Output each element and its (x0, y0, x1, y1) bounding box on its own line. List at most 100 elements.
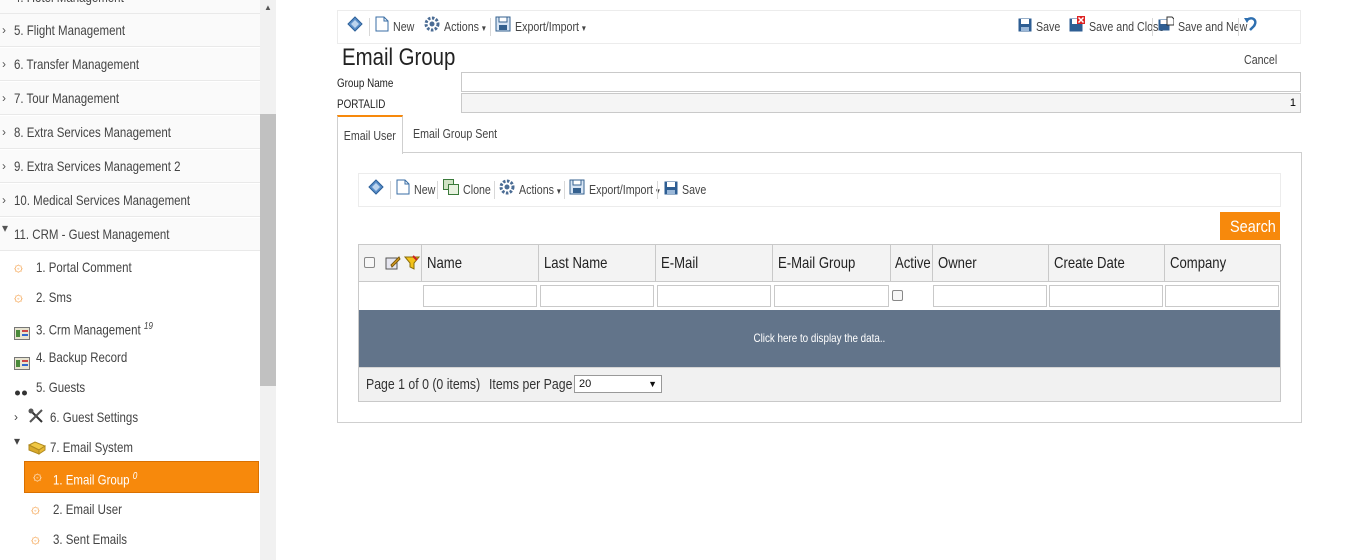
filter-create-date-input[interactable] (1049, 285, 1163, 307)
save-new-icon (1158, 12, 1175, 44)
grid-actions-dropdown[interactable]: Actions ▼ (499, 174, 572, 206)
chevron-right-icon: › (2, 159, 6, 173)
chevron-right-icon: › (2, 57, 6, 71)
grid-header: Name Last Name E-Mail E-Mail Group Activ… (359, 245, 1280, 282)
guests-icon (14, 380, 30, 396)
caret-down-icon: ▾ (14, 434, 21, 448)
sidebar-item-flight-management[interactable]: › 5. Flight Management (0, 14, 260, 47)
tab-email-user[interactable]: Email User (337, 115, 403, 154)
cog-icon (499, 175, 515, 207)
export-import-dropdown[interactable]: Export/Import ▼ (495, 11, 603, 43)
new-document-icon (375, 12, 389, 44)
gear-icon: ۞ (14, 258, 23, 275)
grid-pager: Page 1 of 0 (0 items) Items per Page 20 … (359, 367, 1280, 401)
sidebar-item-crm-guest-management[interactable]: ▾ 11. CRM - Guest Management (0, 218, 260, 251)
filter-company-input[interactable] (1165, 285, 1279, 307)
report-icon (14, 350, 30, 370)
caret-down-icon: ▾ (2, 221, 9, 235)
diamond-icon (347, 12, 363, 44)
save-button[interactable]: Save (1018, 11, 1066, 43)
items-per-page-select[interactable]: 20 ▼ (574, 375, 662, 393)
grid-new-button[interactable]: New (396, 174, 440, 206)
badge: 0 (132, 471, 138, 482)
page-title: Email Group (342, 44, 456, 71)
toolbar-separator (369, 18, 370, 36)
column-header-company[interactable]: Company (1164, 245, 1280, 281)
column-header-owner[interactable]: Owner (932, 245, 1048, 281)
clone-icon (443, 175, 459, 207)
load-data-bar[interactable]: Click here to display the data.. (359, 310, 1280, 367)
grid-export-import-dropdown[interactable]: Export/Import▼ (569, 174, 677, 206)
tools-icon (28, 404, 44, 423)
portalid-input[interactable] (461, 93, 1301, 113)
toolbar-separator (1152, 18, 1153, 36)
select-all-checkbox[interactable] (364, 257, 375, 271)
sidebar: › 4. Hotel Management › 5. Flight Manage… (0, 0, 276, 560)
sidebar-item-email-group[interactable]: ۞ 1. Email Group 0 (24, 461, 259, 493)
filter-active-checkbox[interactable] (892, 290, 903, 304)
floppy-disk-icon (664, 175, 678, 207)
save-close-icon (1069, 12, 1085, 44)
sidebar-item-extra-services-management-2[interactable]: › 9. Extra Services Management 2 (0, 150, 260, 183)
items-per-page-label: Items per Page (489, 376, 573, 393)
chevron-right-icon: › (2, 0, 6, 14)
export-import-icon (569, 175, 585, 207)
new-button[interactable]: New (375, 11, 419, 43)
chevron-right-icon: › (2, 23, 6, 37)
filter-email-group-input[interactable] (774, 285, 889, 307)
gear-icon: ۞ (33, 467, 42, 484)
filter-email-input[interactable] (657, 285, 771, 307)
filter-last-name-input[interactable] (540, 285, 654, 307)
caret-down-icon: ▼ (648, 379, 657, 389)
diamond-icon (368, 175, 384, 207)
sidebar-item-extra-services-management[interactable]: › 8. Extra Services Management (0, 116, 260, 149)
sidebar-scrollbar[interactable]: ▲ (260, 0, 276, 560)
column-header-email[interactable]: E-Mail (655, 245, 772, 281)
tab-email-group-sent[interactable]: Email Group Sent (413, 115, 516, 153)
column-header-email-group[interactable]: E-Mail Group (772, 245, 890, 281)
grid-toolbar: New Clone Actions▼ Export/Import▼ Save (358, 173, 1281, 207)
actions-dropdown[interactable]: Actions ▼ (424, 11, 497, 43)
filter-owner-input[interactable] (933, 285, 1047, 307)
toolbar-separator (390, 181, 391, 199)
grid-toolbar-menu-button[interactable] (368, 174, 388, 206)
filter-icon[interactable] (403, 255, 421, 274)
toolbar-separator (490, 18, 491, 36)
clone-button[interactable]: Clone (443, 174, 497, 206)
sidebar-item-hotel-management[interactable]: › 4. Hotel Management (0, 0, 260, 14)
group-name-input[interactable] (461, 72, 1301, 92)
scroll-up-arrow-icon[interactable]: ▲ (262, 2, 274, 14)
toolbar-separator (564, 181, 565, 199)
caret-down-icon: ▼ (555, 187, 563, 196)
caret-down-icon: ▼ (580, 24, 588, 33)
sidebar-item-transfer-management[interactable]: › 6. Transfer Management (0, 48, 260, 81)
filter-name-input[interactable] (423, 285, 537, 307)
email-user-grid: Name Last Name E-Mail E-Mail Group Activ… (358, 244, 1281, 402)
edit-column-icon (385, 255, 401, 274)
floppy-disk-icon (1018, 12, 1032, 44)
toolbar-separator (437, 181, 438, 199)
gear-icon: ۞ (31, 500, 40, 517)
search-button[interactable]: Search (1220, 212, 1280, 240)
report-icon (14, 320, 30, 340)
toolbar-separator (657, 181, 658, 199)
column-header-create-date[interactable]: Create Date (1048, 245, 1164, 281)
cancel-button[interactable]: Cancel (1244, 11, 1300, 67)
chevron-right-icon: › (2, 91, 6, 105)
group-name-label: Group Name (337, 76, 394, 90)
toolbar-separator (1238, 18, 1239, 36)
column-header-last-name[interactable]: Last Name (538, 245, 655, 281)
sidebar-item-medical-services-management[interactable]: › 10. Medical Services Management (0, 184, 260, 217)
toolbar-menu-button[interactable] (347, 11, 367, 43)
sidebar-item-tour-management[interactable]: › 7. Tour Management (0, 82, 260, 115)
new-document-icon (396, 175, 410, 207)
folder-icon (27, 435, 47, 455)
undo-icon (1244, 12, 1258, 44)
column-header-active[interactable]: Active (890, 245, 932, 281)
cog-icon (424, 12, 440, 44)
scroll-thumb[interactable] (260, 114, 276, 386)
column-header-name[interactable]: Name (421, 245, 538, 281)
toolbar-separator (494, 181, 495, 199)
pager-summary: Page 1 of 0 (0 items) (366, 376, 481, 393)
grid-save-button[interactable]: Save (664, 174, 712, 206)
